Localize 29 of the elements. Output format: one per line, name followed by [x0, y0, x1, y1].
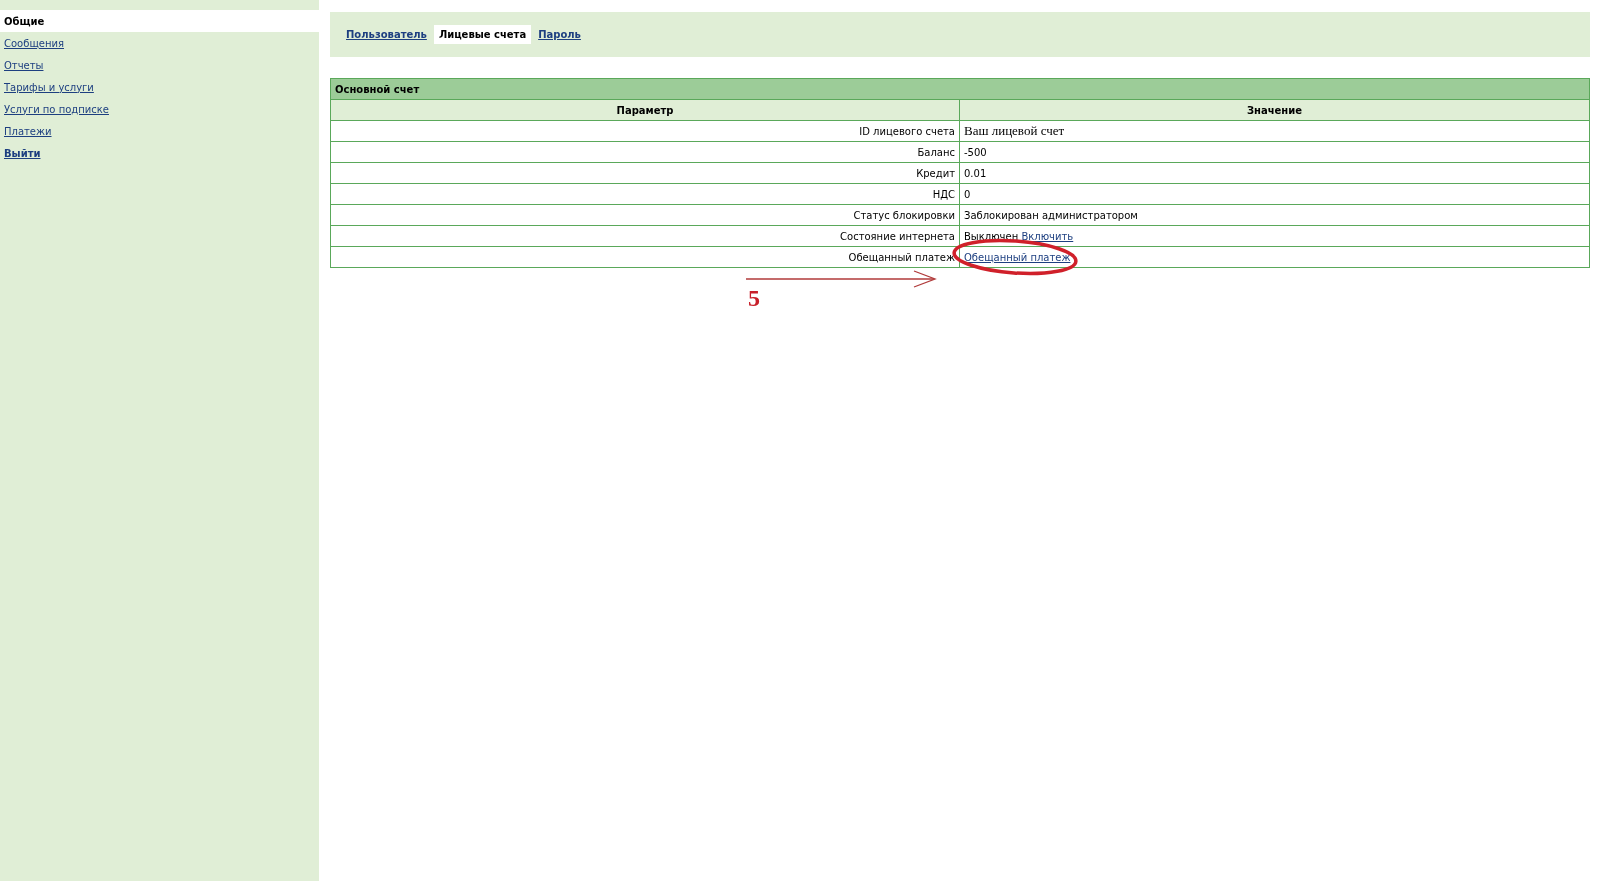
table-cell: Состояние интернета — [330, 225, 960, 247]
sidebar-link[interactable]: Платежи — [4, 125, 52, 137]
sidebar-link[interactable]: Отчеты — [4, 59, 44, 71]
sidebar-link[interactable]: Выйти — [4, 147, 41, 159]
table-cell: Статус блокировки — [330, 204, 960, 226]
column-header: Параметр — [330, 99, 960, 121]
tab[interactable]: Пароль — [533, 25, 586, 44]
table-cell: Заблокирован администратором — [959, 204, 1590, 226]
cell-text: Выключен — [964, 230, 1019, 242]
link[interactable]: Включить — [1021, 230, 1074, 242]
tab[interactable]: Лицевые счета — [433, 25, 532, 44]
table-cell: Баланс — [330, 141, 960, 163]
table-cell: НДС — [330, 183, 960, 205]
table-cell: 0.01 — [959, 162, 1590, 184]
annotation-label: 5 — [748, 285, 760, 312]
link[interactable]: Обещанный платеж — [964, 251, 1071, 263]
column-header: Значение — [959, 99, 1590, 121]
sidebar-item-selected[interactable]: Общие — [4, 15, 45, 27]
table-cell: Обещанный платеж — [330, 246, 960, 268]
table-cell: 0 — [959, 183, 1590, 205]
table-cell: Ваш лицевой счет — [959, 120, 1590, 142]
sidebar-link[interactable]: Услуги по подписке — [4, 103, 109, 115]
table-cell: -500 — [959, 141, 1590, 163]
table-title: Основной счет — [330, 78, 1590, 100]
table-cell: Кредит — [330, 162, 960, 184]
sidebar-link[interactable]: Сообщения — [4, 37, 64, 49]
tab[interactable]: Пользователь — [341, 25, 432, 44]
table-cell: ID лицевого счета — [330, 120, 960, 142]
sidebar-link[interactable]: Тарифы и услуги — [4, 81, 94, 93]
